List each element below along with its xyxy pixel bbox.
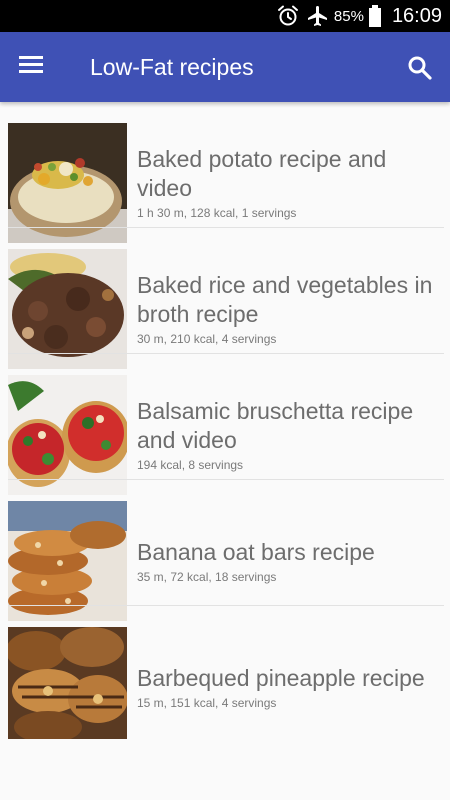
recipe-title: Baked rice and vegetables in broth recip… [137, 272, 433, 327]
recipe-meta: 194 kcal, 8 servings [137, 458, 244, 472]
recipe-item-baked-potato[interactable]: Baked potato recipe and video 1 h 30 m, … [0, 102, 450, 243]
recipe-thumbnail [8, 123, 127, 243]
app-bar: Low-Fat recipes [0, 32, 450, 102]
page-title: Low-Fat recipes [90, 54, 254, 80]
recipe-title: Baked potato recipe and video [137, 146, 387, 201]
status-bar: 85% 16:09 [0, 0, 450, 32]
clock: 16:09 [391, 4, 442, 27]
recipe-thumbnail [8, 501, 127, 621]
recipe-meta: 30 m, 210 kcal, 4 servings [137, 332, 277, 346]
battery-icon [368, 4, 382, 28]
airplane-mode-icon [306, 4, 330, 28]
recipe-thumbnail [8, 375, 127, 495]
recipe-item-barbequed-pineapple[interactable]: Barbequed pineapple recipe 15 m, 151 kca… [0, 606, 450, 739]
recipe-list: Baked potato recipe and video 1 h 30 m, … [0, 102, 450, 739]
recipe-meta: 15 m, 151 kcal, 4 servings [137, 695, 277, 710]
recipe-item-baked-rice[interactable]: Baked rice and vegetables in broth recip… [0, 228, 450, 369]
hamburger-menu-icon[interactable] [16, 53, 46, 81]
recipe-thumbnail [8, 249, 127, 369]
recipe-title: Banana oat bars recipe [137, 538, 375, 565]
recipe-item-balsamic-bruschetta[interactable]: Balsamic bruschetta recipe and video 194… [0, 354, 450, 495]
battery-percentage: 85% [333, 7, 364, 25]
recipe-title: Balsamic bruschetta recipe and video [137, 398, 414, 453]
recipe-title: Barbequed pineapple recipe [137, 664, 425, 691]
recipe-thumbnail [8, 627, 127, 747]
recipe-meta: 35 m, 72 kcal, 18 servings [137, 569, 277, 584]
recipe-meta: 1 h 30 m, 128 kcal, 1 servings [137, 206, 297, 220]
search-icon[interactable] [406, 54, 434, 82]
recipe-item-banana-oat-bars[interactable]: Banana oat bars recipe 35 m, 72 kcal, 18… [0, 480, 450, 621]
alarm-icon [276, 4, 300, 28]
